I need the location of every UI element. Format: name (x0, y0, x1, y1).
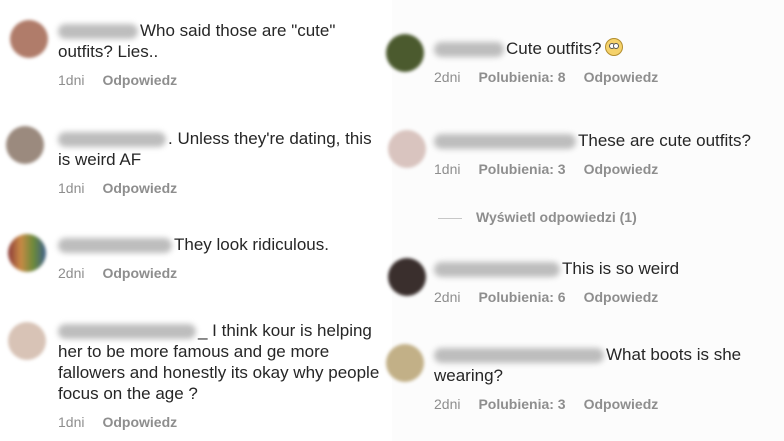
likes-count[interactable]: Polubienia: 3 (478, 161, 565, 177)
avatar[interactable] (8, 234, 46, 272)
comment-time: 2dni (434, 289, 461, 305)
likes-count[interactable]: Polubienia: 6 (478, 289, 565, 305)
username[interactable] (434, 42, 504, 58)
comment-time: 1dni (58, 414, 85, 430)
face-with-rolling-eyes-icon (605, 38, 624, 56)
username[interactable] (58, 24, 138, 40)
avatar[interactable] (6, 126, 44, 164)
view-replies-button[interactable]: Wyświetl odpowiedzi (1) (438, 209, 637, 225)
comment-time: 2dni (58, 265, 85, 281)
username[interactable] (58, 238, 172, 254)
username[interactable] (434, 348, 604, 364)
reply-button[interactable]: Odpowiedz (102, 265, 177, 281)
reply-button[interactable]: Odpowiedz (584, 69, 659, 85)
comment-text: These are cute outfits? (578, 131, 751, 150)
reply-button[interactable]: Odpowiedz (102, 72, 177, 88)
divider (438, 217, 462, 219)
likes-count[interactable]: Polubienia: 3 (478, 396, 565, 412)
avatar[interactable] (10, 20, 48, 58)
username[interactable] (434, 134, 576, 150)
avatar[interactable] (8, 322, 46, 360)
comment-text: They look ridiculous. (174, 235, 329, 254)
reply-button[interactable]: Odpowiedz (584, 161, 659, 177)
comment-time: 1dni (58, 72, 85, 88)
reply-button[interactable]: Odpowiedz (102, 180, 177, 196)
comment-time: 1dni (58, 180, 85, 196)
reply-button[interactable]: Odpowiedz (102, 414, 177, 430)
reply-button[interactable]: Odpowiedz (584, 289, 659, 305)
comment-time: 2dni (434, 396, 461, 412)
username[interactable] (434, 262, 560, 278)
right-comments-column: Cute outfits? 2dni Polubienia: 8 Odpowiedz… (386, 0, 784, 441)
username[interactable] (58, 132, 166, 148)
comment-time: 2dni (434, 69, 461, 85)
avatar[interactable] (386, 34, 424, 72)
avatar[interactable] (388, 130, 426, 168)
comment-time: 1dni (434, 161, 461, 177)
likes-count[interactable]: Polubienia: 8 (478, 69, 565, 85)
avatar[interactable] (388, 258, 426, 296)
left-comments-column: Who said those are "cute" outfits? Lies.… (0, 0, 392, 441)
username[interactable] (58, 324, 196, 340)
view-replies-label: Wyświetl odpowiedzi (1) (476, 209, 637, 225)
avatar[interactable] (386, 344, 424, 382)
comment-text: Cute outfits? (506, 39, 602, 58)
comment-text: This is so weird (562, 259, 680, 278)
reply-button[interactable]: Odpowiedz (584, 396, 659, 412)
